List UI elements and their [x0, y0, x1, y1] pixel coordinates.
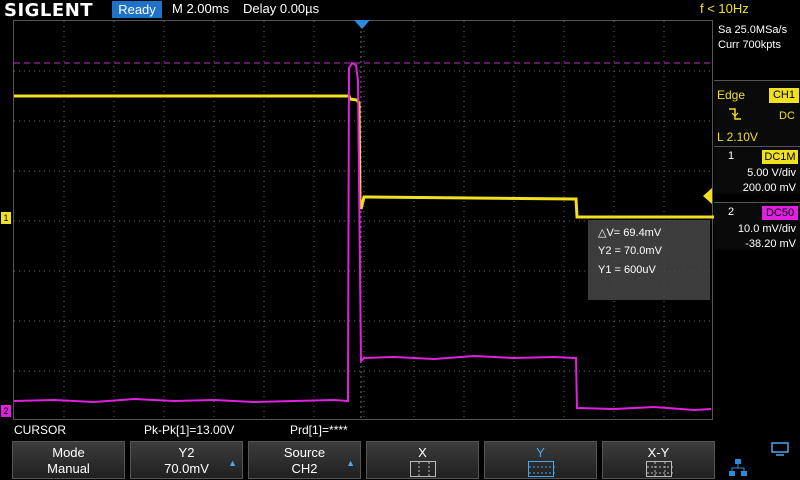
ch2-offset-marker[interactable]: 2	[1, 405, 11, 417]
channel-1-coupling: DC1M	[762, 150, 798, 164]
channel-2-coupling: DC50	[762, 206, 798, 220]
x-cursor-softkey-label: X	[418, 445, 427, 460]
trigger-type: Edge	[717, 88, 746, 102]
softkey-bar: Mode Manual Y2 70.0mV ▲ Source CH2 ▲ X Y…	[0, 440, 800, 480]
period-measurement: Prd[1]=****	[290, 423, 348, 437]
source-softkey-value: CH2	[291, 461, 318, 476]
mode-softkey-label: Mode	[52, 445, 85, 460]
channel-1-offset: 200.00 mV	[742, 182, 796, 194]
mode-softkey[interactable]: Mode Manual	[12, 441, 125, 479]
y-cursor-icon	[527, 461, 555, 477]
channel-1-info[interactable]: 1 DC1M 5.00 V/div 200.00 mV	[714, 146, 800, 194]
x-cursor-softkey[interactable]: X	[366, 441, 479, 479]
y2-softkey[interactable]: Y2 70.0mV ▲	[130, 441, 243, 479]
brand-logo: SIGLENT	[4, 0, 94, 21]
cursor-y1-value: Y1 = 600uV	[598, 264, 656, 276]
ch1-offset-marker[interactable]: 1	[1, 212, 11, 224]
trigger-level: L 2.10V	[717, 130, 758, 144]
delay-readout: Delay 0.00µs	[243, 1, 320, 16]
y-cursor-softkey-label: Y	[536, 445, 545, 460]
pkpk-measurement: Pk-Pk[1]=13.00V	[144, 423, 235, 437]
y-cursor-softkey[interactable]: Y	[484, 441, 597, 479]
top-status-bar: SIGLENT Ready M 2.00ms Delay 0.00µs f < …	[0, 0, 800, 21]
knob-adjust-icon: ▲	[346, 458, 355, 468]
trigger-panel[interactable]: Edge CH1 DC L 2.10V	[714, 80, 800, 152]
channel-2-info[interactable]: 2 DC50 10.0 mV/div -38.20 mV	[714, 202, 800, 250]
menu-title: CURSOR	[14, 423, 67, 437]
sample-rate: Sa 25.0MSa/s	[718, 24, 788, 36]
trigger-coupling: DC	[779, 110, 795, 122]
channel-2-scale: 10.0 mV/div	[737, 223, 796, 235]
y2-softkey-value: 70.0mV	[164, 461, 209, 476]
xy-cursor-softkey-label: X-Y	[647, 445, 670, 460]
falling-edge-icon	[728, 107, 742, 124]
trigger-level-marker[interactable]	[703, 188, 712, 204]
source-softkey-label: Source	[283, 445, 326, 460]
xy-cursor-icon	[645, 461, 673, 478]
channel-2-offset: -38.20 mV	[745, 238, 796, 250]
source-softkey[interactable]: Source CH2 ▲	[248, 441, 361, 479]
channel-2-number: 2	[728, 206, 735, 218]
trigger-source-badge: CH1	[769, 88, 799, 103]
mode-softkey-value: Manual	[47, 461, 90, 476]
frequency-counter: f < 10Hz	[700, 1, 749, 16]
memory-depth: Curr 700kpts	[718, 39, 781, 51]
network-icon	[728, 458, 748, 478]
x-cursor-icon	[409, 461, 436, 478]
usb-icon	[770, 441, 790, 457]
y2-softkey-label: Y2	[178, 445, 195, 460]
trigger-position-marker[interactable]	[354, 20, 370, 29]
channel-1-scale: 5.00 V/div	[747, 167, 796, 179]
measurement-bar: CURSOR Pk-Pk[1]=13.00V Prd[1]=****	[0, 421, 800, 439]
cursor-y2-value: Y2 = 70.0mV	[598, 245, 662, 257]
cursor-readout-box: △V= 69.4mV Y2 = 70.0mV Y1 = 600uV	[588, 220, 710, 300]
acquisition-info: Sa 25.0MSa/s Curr 700kpts	[718, 23, 787, 53]
cursor-delta-value: △V= 69.4mV	[598, 227, 662, 239]
timebase-readout: M 2.00ms	[172, 1, 230, 16]
run-state-badge[interactable]: Ready	[112, 1, 162, 18]
channel-1-number: 1	[728, 150, 735, 162]
right-info-panel: Sa 25.0MSa/s Curr 700kpts Edge CH1 DC L …	[714, 20, 800, 420]
knob-adjust-icon: ▲	[228, 458, 237, 468]
xy-cursor-softkey[interactable]: X-Y	[602, 441, 715, 479]
